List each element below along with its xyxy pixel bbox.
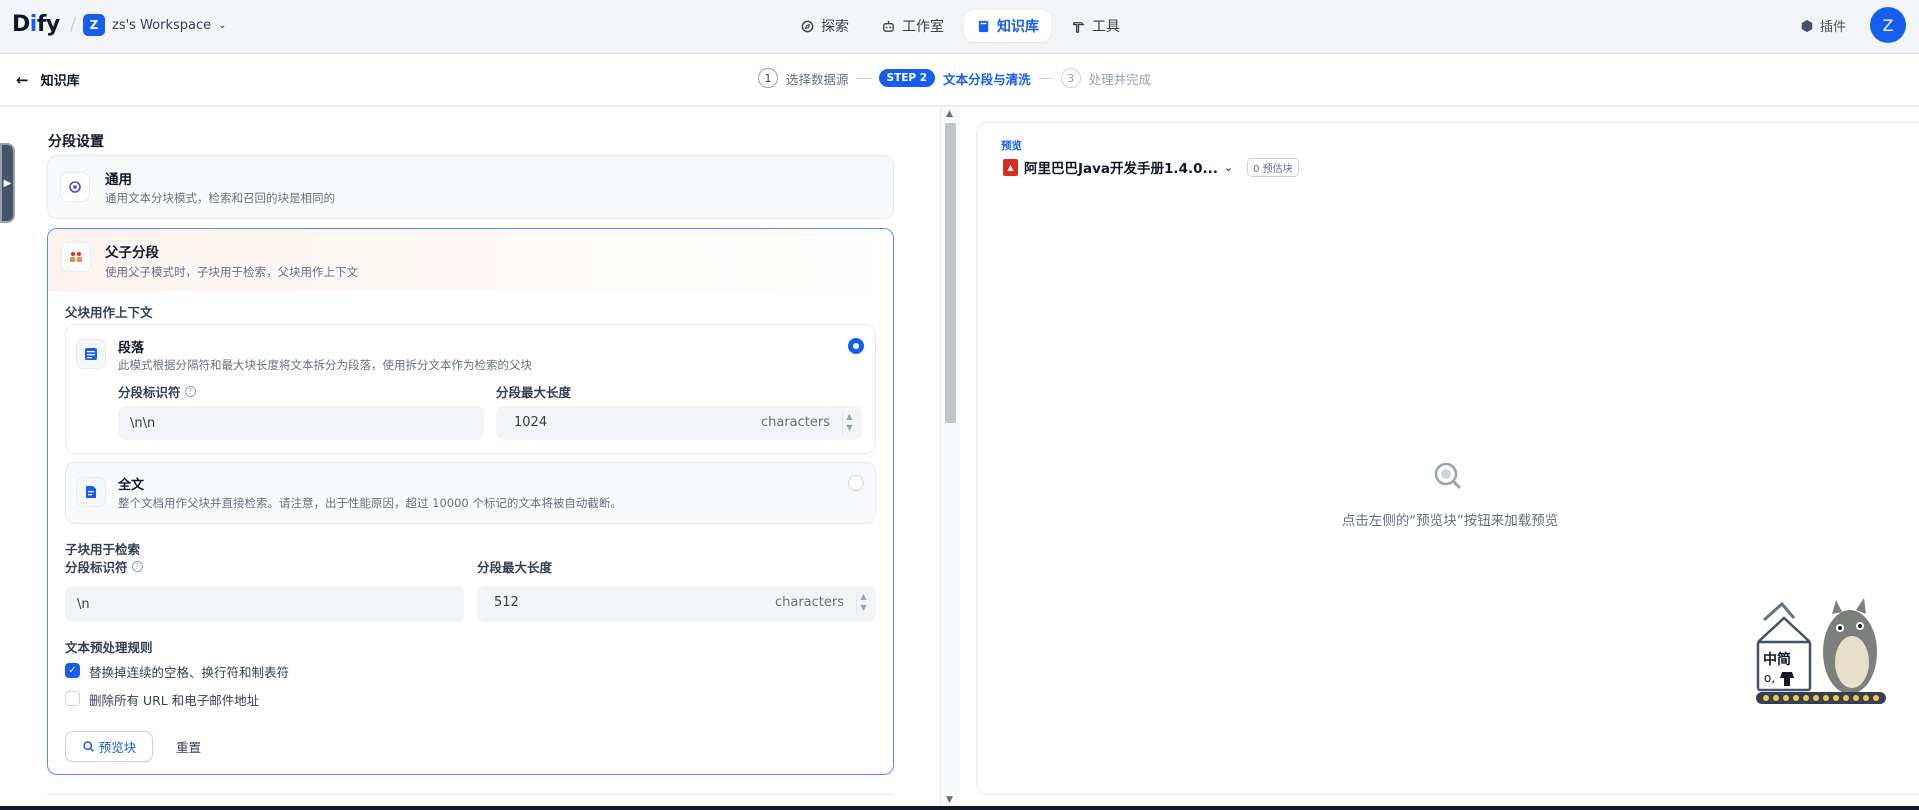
workspace-switcher[interactable]: Z zs's Workspace ⌄	[83, 13, 227, 37]
paragraph-option-card[interactable]: 段落 此模式根据分隔符和最大块长度将文本拆分为段落，使用拆分文本作为检索的父块 …	[65, 324, 876, 454]
child-maxlen-label: 分段最大长度	[477, 560, 553, 575]
help-icon[interactable]: ?	[131, 561, 143, 572]
nav-knowledge[interactable]: 知识库	[964, 10, 1051, 42]
parent-child-desc: 使用父子模式时，子块用于检索，父块用作上下文	[105, 265, 358, 279]
preview-empty-text: 点击左侧的“预览块”按钮来加载预览	[1341, 513, 1559, 529]
main-nav: 探索 工作室 知识库 工具	[788, 10, 1132, 42]
segment-settings-title: 分段设置	[48, 134, 104, 150]
top-bar: Dify / Z zs's Workspace ⌄ 探索 工作室 知识库 工具 …	[0, 0, 1919, 54]
search-preview-icon	[83, 741, 94, 752]
step-1-label: 选择数据源	[786, 71, 849, 87]
preprocess-rules-label: 文本预处理规则	[65, 640, 153, 655]
parent-child-icon-glyph	[70, 252, 82, 262]
play-icon: ▶	[3, 177, 12, 189]
fulltext-desc: 整个文档用作父块并直接检索。请注意，出于性能原因，超过 10000 个标记的文本…	[118, 496, 622, 510]
help-icon[interactable]: ?	[184, 386, 196, 397]
rule-remove-urls-label[interactable]: 删除所有 URL 和电子邮件地址	[89, 690, 259, 709]
step-header: ← 知识库 1 选择数据源 STEP 2 文本分段与清洗 3 处理并完成	[0, 54, 1919, 106]
fulltext-radio[interactable]	[848, 475, 864, 491]
cube-icon	[1801, 19, 1813, 32]
child-retrieval-label: 子块用于检索	[65, 542, 141, 557]
parent-child-icon	[61, 242, 91, 272]
child-separator-label: 分段标识符 ?	[65, 557, 143, 576]
user-avatar[interactable]: Z	[1870, 7, 1906, 43]
rule-replace-spaces-checkbox[interactable]: ✓	[65, 663, 80, 678]
parent-separator-input[interactable]: \n\n	[118, 406, 484, 440]
mascot-text: 中简	[1763, 651, 1791, 668]
svg-text:o,: o,	[1764, 671, 1775, 685]
general-mode-title: 通用	[105, 172, 132, 188]
arrow-left-icon: ←	[16, 70, 29, 89]
nav-studio[interactable]: 工作室	[869, 10, 956, 42]
parent-child-header	[48, 229, 893, 291]
search-empty-icon	[1434, 462, 1462, 490]
paragraph-radio[interactable]	[848, 338, 864, 354]
parent-maxlen-label: 分段最大长度	[496, 385, 572, 400]
stepper: 1 选择数据源 STEP 2 文本分段与清洗 3 处理并完成	[758, 68, 1151, 88]
parent-maxlen-input[interactable]: 1024 characters ▲ ▼	[496, 406, 862, 440]
plugins-link[interactable]: 插件	[1800, 16, 1846, 35]
workspace-name: zs's Workspace	[112, 17, 212, 33]
sidebar-toggle-handle[interactable]: ▶	[0, 143, 15, 223]
stepper-arrows-icon[interactable]: ▲ ▼	[856, 591, 868, 615]
mascot-illustration: 中简 o,	[1756, 598, 1886, 704]
reset-button[interactable]: 重置	[168, 731, 209, 762]
parent-child-mode-card[interactable]: 父子分段 使用父子模式时，子块用于检索，父块用作上下文 父块用作上下文 段落 此…	[47, 228, 894, 775]
stepper-arrows-icon[interactable]: ▲ ▼	[842, 411, 854, 435]
step-separator	[856, 77, 871, 79]
book-icon	[978, 20, 989, 32]
preview-label: 预览	[1001, 140, 1022, 152]
fulltext-icon	[76, 477, 106, 507]
workspace-avatar: Z	[83, 14, 105, 36]
text-lines-icon	[85, 348, 97, 360]
general-mode-desc: 通用文本分块模式，检索和召回的块是相同的	[105, 191, 335, 205]
preview-chunks-button[interactable]: 预览块	[65, 731, 153, 762]
paragraph-desc: 此模式根据分隔符和最大块长度将文本拆分为段落，使用拆分文本作为检索的父块	[118, 358, 532, 372]
compass-icon	[801, 20, 814, 32]
scroll-down-icon[interactable]: ▼	[946, 795, 953, 805]
breadcrumb-slash: /	[70, 14, 77, 35]
fulltext-title: 全文	[118, 478, 145, 493]
nav-tools[interactable]: 工具	[1059, 10, 1132, 42]
fulltext-option-card[interactable]: 全文 整个文档用作父块并直接检索。请注意，出于性能原因，超过 10000 个标记…	[65, 462, 876, 524]
paragraph-icon	[76, 339, 106, 369]
scroll-up-icon[interactable]: ▲	[946, 109, 953, 119]
parent-context-label: 父块用作上下文	[65, 305, 153, 320]
chevron-down-icon: ⌄	[1223, 160, 1234, 174]
pdf-file-icon: ▲	[1003, 158, 1018, 176]
rule-remove-urls-checkbox[interactable]	[65, 691, 80, 706]
general-mode-icon	[60, 172, 90, 202]
step-2-label: 文本分段与清洗	[943, 71, 1031, 87]
step-3-label: 处理并完成	[1088, 71, 1152, 87]
paragraph-title: 段落	[118, 341, 145, 356]
scroll-thumb[interactable]	[945, 123, 956, 423]
step-3-number: 3	[1060, 68, 1081, 88]
preview-file-name: 阿里巴巴Java开发手册1.4.0...	[1024, 161, 1218, 177]
dify-logo[interactable]: Dify	[12, 12, 60, 37]
child-maxlen-input[interactable]: 512 characters ▲ ▼	[477, 586, 876, 622]
hammer-icon	[1073, 21, 1085, 33]
parent-child-title: 父子分段	[105, 245, 159, 261]
robot-icon	[883, 20, 894, 32]
parent-separator-label: 分段标识符 ?	[118, 382, 196, 401]
step-2-badge: STEP 2	[878, 69, 936, 87]
document-icon	[86, 486, 96, 498]
estimated-chunks-badge: 0 预估块	[1247, 157, 1299, 177]
step-separator	[1038, 77, 1053, 79]
left-panel-scrollbar[interactable]: ▲ ▼	[940, 107, 960, 810]
nav-explore[interactable]: 探索	[788, 10, 861, 42]
chevron-down-icon: ⌄	[218, 19, 227, 31]
bottom-edge-bar	[0, 806, 1919, 810]
rule-replace-spaces-label[interactable]: 替换掉连续的空格、换行符和制表符	[89, 662, 289, 681]
gear-icon	[69, 181, 81, 193]
back-to-knowledge[interactable]: ← 知识库	[16, 70, 80, 90]
child-separator-input[interactable]: \n	[65, 586, 464, 622]
preview-file-selector[interactable]: ▲ 阿里巴巴Java开发手册1.4.0... ⌄ 0 预估块	[1003, 157, 1299, 177]
general-mode-card[interactable]: 通用 通用文本分块模式，检索和召回的块是相同的	[47, 155, 894, 219]
divider	[47, 794, 894, 795]
step-1-number: 1	[758, 68, 778, 88]
